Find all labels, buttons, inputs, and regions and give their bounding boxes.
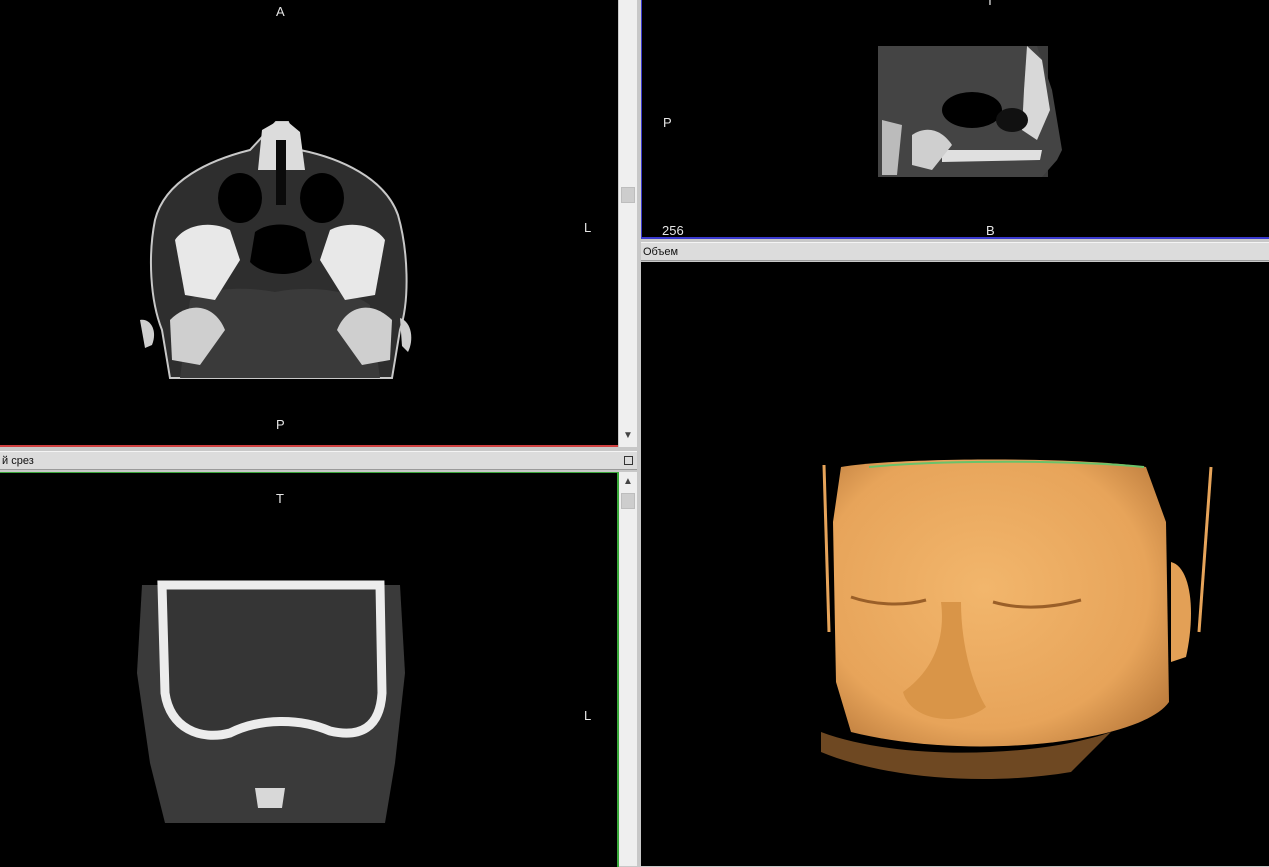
axial-label-bottom: P: [276, 417, 285, 432]
coronal-view-title: й срез: [2, 455, 34, 467]
coronal-scroll-thumb[interactable]: [621, 493, 635, 509]
chevron-down-icon[interactable]: ▼: [619, 428, 637, 444]
axial-scrollbar[interactable]: ▼: [619, 0, 637, 447]
coronal-view[interactable]: T L: [0, 472, 619, 867]
axial-label-top: A: [276, 4, 285, 19]
chevron-up-icon[interactable]: ▲: [619, 474, 637, 490]
axial-scroll-thumb[interactable]: [621, 187, 635, 203]
coronal-label-top: T: [276, 491, 284, 506]
volume-view-title: Объем: [643, 246, 679, 258]
sagittal-label-left: P: [663, 115, 672, 130]
sagittal-ct-slice: [878, 46, 1062, 177]
coronal-ct-slice: [137, 580, 405, 823]
sagittal-label-bottom: B: [986, 223, 995, 238]
volume-view-titlebar: Объем: [641, 242, 1269, 261]
sagittal-label-top: T: [986, 0, 994, 8]
volume-view[interactable]: [641, 262, 1269, 866]
coronal-view-titlebar: й срез: [0, 451, 637, 470]
window-restore-icon[interactable]: [624, 456, 633, 465]
sagittal-view[interactable]: T P 256 B: [641, 0, 1269, 239]
axial-label-right: L: [584, 220, 592, 235]
volume-3d-render: [821, 459, 1213, 780]
coronal-label-right: L: [584, 708, 592, 723]
axial-view[interactable]: A L P: [0, 0, 618, 447]
sagittal-slice-number: 256: [662, 223, 684, 238]
axial-ct-slice: [140, 121, 412, 379]
coronal-scrollbar[interactable]: ▲: [619, 472, 637, 866]
